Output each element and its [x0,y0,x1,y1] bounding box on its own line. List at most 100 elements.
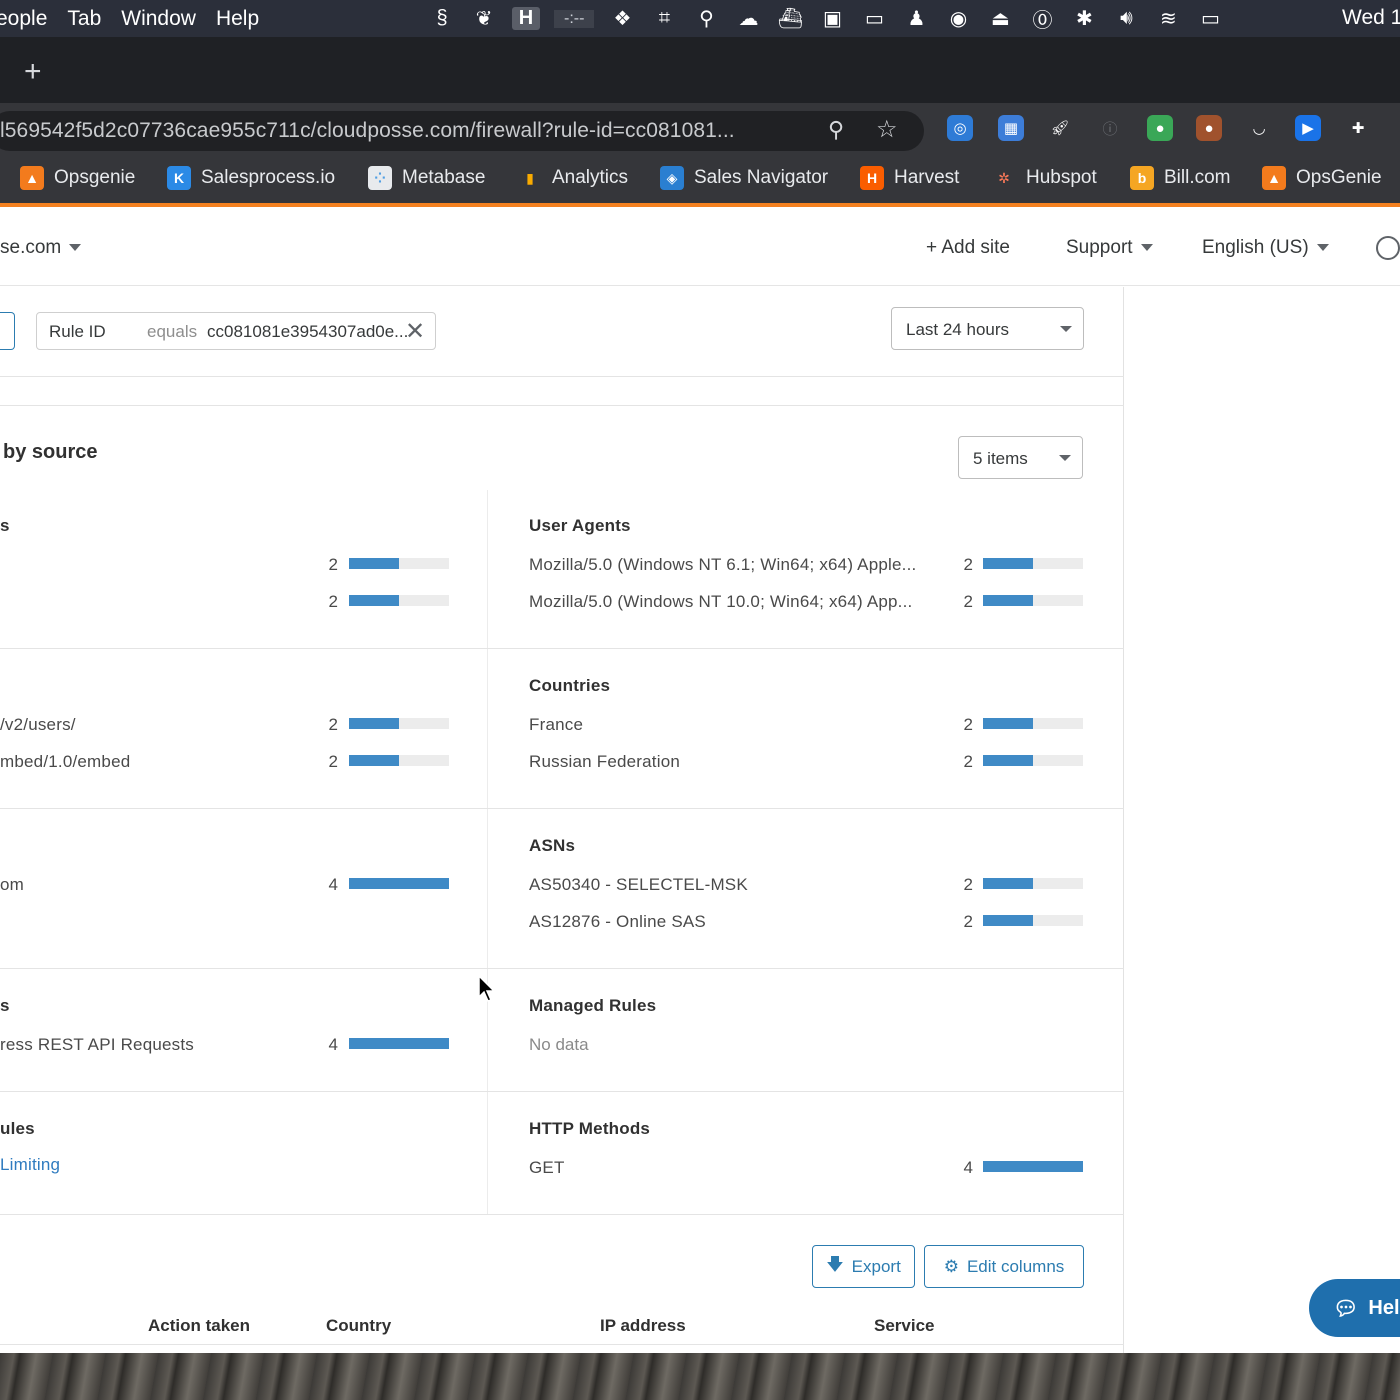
docker-icon[interactable]: ⛴ [776,6,804,31]
chat-extension-icon[interactable]: ● [1147,115,1173,141]
tag-icon[interactable]: ⌗ [650,7,678,30]
asn-label[interactable]: AS50340 - SELECTEL-MSK [529,875,748,895]
airplay-icon[interactable]: ⏏ [986,6,1014,31]
new-tab-button[interactable]: + [24,57,42,87]
user-share-icon[interactable]: ♟ [902,6,930,31]
bookmark-label: Harvest [894,167,960,188]
items-count-select[interactable]: 5 items [958,436,1083,479]
user-avatar-icon[interactable] [1376,236,1400,260]
asn-label[interactable]: AS12876 - Online SAS [529,912,706,932]
row-count: 4 [328,875,338,894]
bar-track [349,718,449,729]
row-count: 4 [963,1158,973,1177]
help-label: Hel [1368,1296,1400,1319]
zoom-extension-icon[interactable]: ▶ [1295,115,1321,141]
column-header-ip-address[interactable]: IP address [600,1316,686,1336]
browser-tab-strip: + [0,37,1400,103]
panel-title-countries: Countries [529,676,611,695]
bookmark-salesprocess[interactable]: K Salesprocess.io [167,166,335,190]
bookmark-opsgenie[interactable]: ▲ Opsgenie [20,166,135,190]
time-range-select[interactable]: Last 24 hours [891,307,1084,350]
column-header-country[interactable]: Country [326,1316,391,1336]
scrivener-icon[interactable]: § [428,7,456,30]
row-divider [0,808,1124,809]
row-count: 2 [963,555,973,574]
color-wheel-icon[interactable]: ◉ [944,6,972,31]
filter-chip-rule-id[interactable]: Rule ID equals cc081081e3954307ad0e... ✕ [36,312,436,350]
no-data-text: No data [529,1035,589,1054]
menu-window[interactable]: Window [121,7,196,31]
menu-help[interactable]: Help [216,7,259,31]
path-label[interactable]: mbed/1.0/embed [0,752,130,772]
info-extension-icon[interactable]: ⓘ [1097,115,1123,141]
rate-limiting-link[interactable]: Limiting [0,1155,60,1175]
wifi-icon[interactable]: ≋ [1154,6,1182,31]
bookmark-label: Metabase [402,167,486,188]
divider [0,1344,1124,1345]
http-method-label[interactable]: GET [529,1158,565,1178]
user-agent-label[interactable]: Mozilla/5.0 (Windows NT 6.1; Win64; x64)… [529,555,916,575]
bar-track [983,915,1083,926]
menu-bar-clock[interactable]: Wed 1 [1342,6,1400,30]
column-header-service[interactable]: Service [874,1316,935,1336]
export-button[interactable]: 🡇 Export [812,1245,915,1288]
circle-icon[interactable]: ⓪ [1028,4,1056,33]
address-bar[interactable]: l569542f5d2c07736cae955c711c/cloudposse.… [0,111,924,151]
bar-track [983,558,1083,569]
gear-icon: ⚙ [943,1256,959,1276]
puzzle-extensions-icon[interactable]: ✚ [1345,115,1371,141]
bookmark-opsgenie-2[interactable]: ▲ OpsGenie [1262,166,1382,190]
bookmark-label: Sales Navigator [694,167,829,188]
dropbox-icon[interactable]: ❖ [608,6,636,31]
support-menu[interactable]: Support [1066,237,1153,259]
language-menu[interactable]: English (US) [1202,237,1329,259]
display-icon[interactable]: ▭ [860,6,888,31]
bookmark-sales-navigator[interactable]: ◈ Sales Navigator [660,166,828,190]
zoom-icon[interactable]: ⚲ [828,117,844,143]
pocket-extension-icon[interactable]: ◡ [1246,115,1272,141]
bookmark-hubspot[interactable]: ✲ Hubspot [992,166,1097,190]
bluetooth-icon[interactable]: ✱ [1070,6,1098,31]
safari-extension-icon[interactable]: ◎ [947,115,973,141]
bookmark-star-icon[interactable]: ☆ [876,115,898,144]
menu-people[interactable]: eople [0,7,47,31]
h-app-icon[interactable]: H [512,7,540,30]
site-selector[interactable]: se.com [0,237,82,259]
add-site-link[interactable]: + Add site [926,237,1010,259]
timer-display[interactable]: -:-- [554,9,595,28]
volume-icon[interactable]: 🔊︎ [1112,7,1140,30]
panel-title: s [0,996,10,1015]
database-icon[interactable]: ▣ [818,6,846,31]
chat-bubble-icon: 💬︎ [1333,1297,1359,1320]
user-agent-label[interactable]: Mozilla/5.0 (Windows NT 10.0; Win64; x64… [529,592,912,612]
rule-label[interactable]: ress REST API Requests [0,1035,194,1055]
menu-tab[interactable]: Tab [67,7,101,31]
edit-columns-button[interactable]: ⚙ Edit columns [924,1245,1084,1288]
menu-bar-tray: § ❦ H -:-- ❖ ⌗ ⚲ ☁ ⛴ ▣ ▭ ♟ ◉ ⏏ ⓪ ✱ 🔊︎ ≋ … [428,0,1224,37]
add-filter-button[interactable] [0,312,15,350]
country-label[interactable]: France [529,715,583,735]
cookie-extension-icon[interactable]: ● [1196,115,1222,141]
column-header-action-taken[interactable]: Action taken [148,1316,250,1336]
hubspot-icon: ✲ [998,169,1010,186]
bookmark-metabase[interactable]: ⁘ Metabase [368,166,485,190]
filter-key: Rule ID [49,322,106,341]
battery-icon[interactable]: ▭ [1196,6,1224,31]
search-icon[interactable]: ⚲ [692,6,720,31]
country-label[interactable]: Russian Federation [529,752,680,772]
cloud-icon[interactable]: ☁ [734,6,762,31]
bookmark-bill[interactable]: b Bill.com [1130,166,1231,190]
items-count-value: 5 items [973,449,1028,468]
rocket-extension-icon[interactable]: 🚀︎ [1047,115,1073,141]
bookmark-analytics[interactable]: ▮ Analytics [518,166,628,190]
path-label[interactable]: /v2/users/ [0,715,76,735]
remove-filter-icon[interactable]: ✕ [405,317,425,346]
evernote-icon[interactable]: ❦ [470,6,498,31]
help-button[interactable]: 💬︎ Hel [1309,1279,1400,1337]
bookmark-harvest[interactable]: H Harvest [860,166,959,190]
filter-operator: equals [147,322,198,341]
url-text[interactable]: l569542f5d2c07736cae955c711c/cloudposse.… [0,119,735,143]
bracket-extension-icon[interactable]: ▦ [998,115,1024,141]
host-label[interactable]: om [0,875,24,895]
row-divider [0,1091,1124,1092]
